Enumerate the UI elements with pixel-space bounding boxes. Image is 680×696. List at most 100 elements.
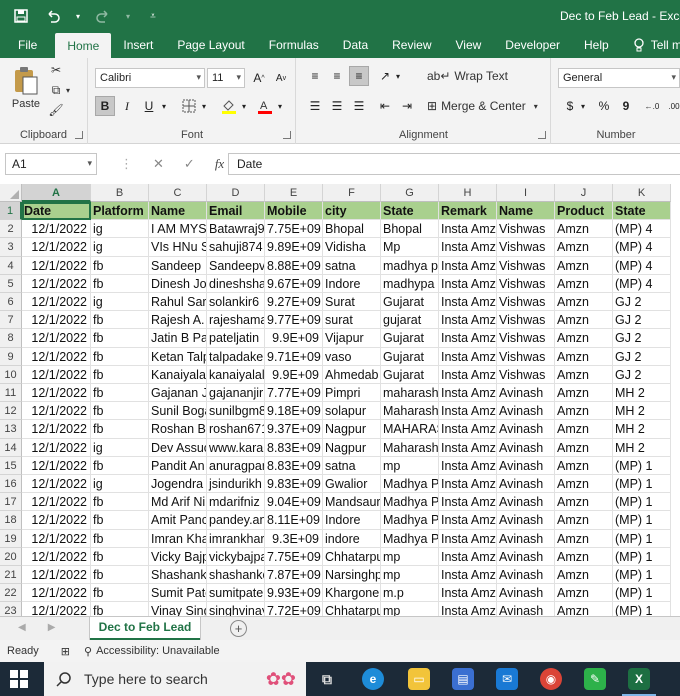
table-cell[interactable]: 8.83E+09 — [265, 456, 323, 475]
table-cell[interactable]: Amzn — [555, 293, 613, 312]
column-header-g[interactable]: G — [381, 184, 439, 202]
table-cell[interactable]: fb — [91, 274, 149, 293]
table-cell[interactable]: indore — [323, 529, 381, 548]
table-cell[interactable]: 12/1/2022 — [22, 365, 91, 384]
column-header-e[interactable]: E — [265, 184, 323, 202]
table-cell[interactable]: 9.93E+09 — [265, 584, 323, 603]
row-header[interactable]: 3 — [0, 238, 22, 257]
table-cell[interactable]: 8.83E+09 — [265, 438, 323, 457]
table-cell[interactable]: Gujarat — [381, 347, 439, 366]
row-header[interactable]: 7 — [0, 311, 22, 330]
table-cell[interactable]: 9.37E+09 — [265, 420, 323, 439]
table-cell[interactable]: Sumit Pate — [149, 584, 207, 603]
table-cell[interactable]: Ketan Talp — [149, 347, 207, 366]
table-cell[interactable]: 12/1/2022 — [22, 566, 91, 585]
font-color-dropdown-icon[interactable]: ▾ — [275, 96, 285, 116]
table-cell[interactable]: 12/1/2022 — [22, 456, 91, 475]
table-cell[interactable]: 12/1/2022 — [22, 238, 91, 257]
table-cell[interactable]: 8.88E+09 — [265, 256, 323, 275]
table-cell[interactable]: I AM MYST — [149, 220, 207, 239]
tab-help[interactable]: Help — [572, 32, 621, 58]
scroll-left-icon[interactable]: ◀ — [18, 622, 26, 633]
table-cell[interactable]: Kanaiyalal — [149, 365, 207, 384]
table-cell[interactable]: 9.77E+09 — [265, 311, 323, 330]
table-cell[interactable]: ig — [91, 475, 149, 494]
increase-decimal-icon[interactable]: ←.0 — [642, 96, 662, 116]
table-cell[interactable]: Maharash — [381, 438, 439, 457]
row-header[interactable]: 21 — [0, 566, 22, 585]
column-header-a[interactable]: A — [22, 184, 91, 202]
store-icon[interactable]: ▤ — [452, 668, 474, 690]
header-cell[interactable]: Email — [207, 202, 265, 221]
tell-me-search[interactable]: Tell me wha — [621, 32, 680, 58]
table-cell[interactable]: Avinash — [497, 493, 555, 512]
table-cell[interactable]: ig — [91, 238, 149, 257]
table-cell[interactable]: Insta Amz — [439, 274, 497, 293]
column-header-c[interactable]: C — [149, 184, 207, 202]
table-cell[interactable]: Insta Amz — [439, 347, 497, 366]
table-cell[interactable]: Chhatarpu — [323, 547, 381, 566]
table-cell[interactable]: Gujarat — [381, 329, 439, 348]
table-cell[interactable]: 12/1/2022 — [22, 584, 91, 603]
table-cell[interactable]: Khargone — [323, 584, 381, 603]
table-cell[interactable]: Insta Amz — [439, 420, 497, 439]
table-cell[interactable]: 7.87E+09 — [265, 566, 323, 585]
select-all-button[interactable] — [0, 184, 22, 202]
tab-review[interactable]: Review — [380, 32, 443, 58]
table-cell[interactable]: Vishwas — [497, 365, 555, 384]
table-cell[interactable]: 8.11E+09 — [265, 511, 323, 530]
borders-icon[interactable] — [179, 96, 199, 116]
add-sheet-button[interactable]: + — [230, 620, 247, 637]
table-cell[interactable]: Sunil Boga — [149, 402, 207, 421]
save-icon[interactable] — [10, 5, 32, 27]
accessibility-status[interactable]: Accessibility: Unavailable — [96, 645, 220, 657]
table-cell[interactable]: Amzn — [555, 456, 613, 475]
table-cell[interactable]: 12/1/2022 — [22, 274, 91, 293]
table-cell[interactable]: Vishwas — [497, 274, 555, 293]
redo-icon[interactable] — [92, 5, 114, 27]
table-cell[interactable]: Pimpri — [323, 384, 381, 403]
table-cell[interactable]: VIs HNu S — [149, 238, 207, 257]
chrome-icon[interactable]: ◉ — [540, 668, 562, 690]
table-cell[interactable]: Vijapur — [323, 329, 381, 348]
header-cell[interactable]: Remark — [439, 202, 497, 221]
orientation-icon[interactable]: ↗ — [375, 66, 395, 86]
table-cell[interactable]: Dinesh Jo — [149, 274, 207, 293]
table-cell[interactable]: Amzn — [555, 566, 613, 585]
table-cell[interactable]: Avinash — [497, 584, 555, 603]
table-cell[interactable]: MAHARAS — [381, 420, 439, 439]
table-cell[interactable]: Imran Kha — [149, 529, 207, 548]
row-header[interactable]: 15 — [0, 456, 22, 475]
merge-dropdown-icon[interactable]: ▾ — [534, 102, 538, 111]
table-cell[interactable]: Amzn — [555, 256, 613, 275]
borders-dropdown-icon[interactable]: ▾ — [199, 96, 209, 116]
customize-qat-icon[interactable]: ⩡ — [142, 5, 164, 27]
table-cell[interactable]: fb — [91, 493, 149, 512]
table-cell[interactable]: Mandsaur — [323, 493, 381, 512]
table-cell[interactable]: GJ 2 — [613, 347, 671, 366]
table-cell[interactable]: 12/1/2022 — [22, 293, 91, 312]
table-cell[interactable]: fb — [91, 402, 149, 421]
table-cell[interactable]: shashanko — [207, 566, 265, 585]
orientation-dropdown-icon[interactable]: ▾ — [393, 66, 403, 86]
table-cell[interactable]: GJ 2 — [613, 311, 671, 330]
fill-color-dropdown-icon[interactable]: ▾ — [239, 96, 249, 116]
table-cell[interactable]: Insta Amz — [439, 547, 497, 566]
clipboard-launcher-icon[interactable] — [75, 131, 83, 139]
table-cell[interactable]: 9.3E+09 — [265, 529, 323, 548]
table-cell[interactable]: fb — [91, 384, 149, 403]
table-cell[interactable]: 7.75E+09 — [265, 220, 323, 239]
align-left-icon[interactable]: ☰ — [305, 96, 325, 116]
table-cell[interactable]: anuragpar — [207, 456, 265, 475]
row-header[interactable]: 13 — [0, 420, 22, 439]
header-cell[interactable]: State — [613, 202, 671, 221]
merge-center-button[interactable]: ⊞ Merge & Center ▾ — [427, 96, 538, 116]
table-cell[interactable]: Amzn — [555, 529, 613, 548]
row-header[interactable]: 23 — [0, 602, 22, 616]
table-cell[interactable]: vickybajpa — [207, 547, 265, 566]
table-cell[interactable]: Madhya P — [381, 475, 439, 494]
table-cell[interactable]: Avinash — [497, 566, 555, 585]
taskbar-search[interactable]: Type here to search ✿✿ — [44, 662, 306, 696]
table-cell[interactable]: Insta Amz — [439, 584, 497, 603]
table-cell[interactable]: Avinash — [497, 402, 555, 421]
